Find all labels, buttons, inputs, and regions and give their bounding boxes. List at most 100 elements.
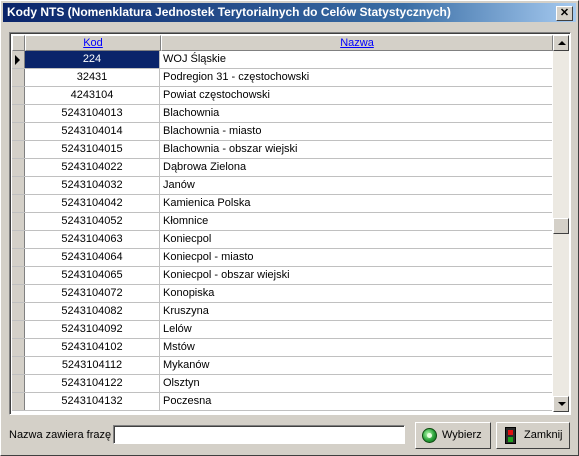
row-indicator[interactable] [12,69,25,86]
cell-nazwa[interactable]: Dąbrowa Zielona [161,159,552,176]
cell-kod[interactable]: 5243104132 [25,393,160,410]
cell-kod[interactable]: 5243104082 [25,303,160,320]
table-row[interactable]: 5243104092 Lelów [12,321,552,339]
row-indicator[interactable] [12,231,25,248]
cell-kod[interactable]: 5243104015 [25,141,160,158]
green-circle-icon [422,428,437,443]
row-indicator[interactable] [12,105,25,122]
cell-kod[interactable]: 5243104112 [25,357,160,374]
cell-kod[interactable]: 32431 [25,69,160,86]
cell-nazwa[interactable]: Lelów [161,321,552,338]
table-row[interactable]: 5243104132 Poczesna [12,393,552,411]
cell-kod[interactable]: 5243104065 [25,267,160,284]
row-indicator[interactable] [12,123,25,140]
table-row[interactable]: 5243104063 Koniecpol [12,231,552,249]
row-indicator[interactable] [12,267,25,284]
cell-nazwa[interactable]: Konopiska [161,285,552,302]
row-indicator[interactable] [12,177,25,194]
cell-nazwa[interactable]: Poczesna [161,393,552,410]
scrollbar-thumb[interactable] [553,218,569,234]
row-indicator[interactable] [12,303,25,320]
table-row[interactable]: 5243104014 Blachownia - miasto [12,123,552,141]
cell-kod[interactable]: 5243104014 [25,123,160,140]
cell-kod[interactable]: 5243104122 [25,375,160,392]
cell-kod[interactable]: 4243104 [25,87,160,104]
table-row[interactable]: 4243104 Powiat częstochowski [12,87,552,105]
cell-nazwa[interactable]: Koniecpol - obszar wiejski [161,267,552,284]
cell-nazwa[interactable]: Kłomnice [161,213,552,230]
row-indicator[interactable] [12,393,25,410]
cell-nazwa[interactable]: Olsztyn [161,375,552,392]
cell-nazwa[interactable]: Koniecpol - miasto [161,249,552,266]
row-indicator[interactable] [12,87,25,104]
filter-input[interactable] [113,425,405,444]
cell-kod[interactable]: 5243104013 [25,105,160,122]
cell-nazwa[interactable]: Mstów [161,339,552,356]
row-indicator[interactable] [12,195,25,212]
cell-kod[interactable]: 5243104032 [25,177,160,194]
close-window-button[interactable]: ✕ [556,6,573,21]
table-row[interactable]: 5243104122 Olsztyn [12,375,552,393]
row-indicator[interactable] [12,339,25,356]
arrow-up-icon [558,41,566,45]
column-header-nazwa-label[interactable]: Nazwa [340,37,374,49]
table-row[interactable]: 5243104082 Kruszyna [12,303,552,321]
current-row-arrow-icon [15,55,20,65]
scroll-down-button[interactable] [553,396,569,412]
column-header-kod-label[interactable]: Kod [83,37,103,49]
cell-kod[interactable]: 5243104092 [25,321,160,338]
cell-nazwa[interactable]: Koniecpol [161,231,552,248]
cell-nazwa[interactable]: WOJ Śląskie [161,51,552,68]
cell-nazwa[interactable]: Kruszyna [161,303,552,320]
table-row[interactable]: 5243104072 Konopiska [12,285,552,303]
cell-nazwa[interactable]: Blachownia - miasto [161,123,552,140]
cell-kod[interactable]: 5243104022 [25,159,160,176]
close-button[interactable]: Zamknij [496,422,570,449]
table-row[interactable]: 5243104065 Koniecpol - obszar wiejski [12,267,552,285]
table-row[interactable]: 5243104102 Mstów [12,339,552,357]
cell-nazwa[interactable]: Powiat częstochowski [161,87,552,104]
cell-kod[interactable]: 5243104063 [25,231,160,248]
table-row[interactable]: 5243104032 Janów [12,177,552,195]
table-row[interactable]: 224 WOJ Śląskie [12,51,552,69]
table-row[interactable]: 5243104042 Kamienica Polska [12,195,552,213]
row-indicator[interactable] [12,249,25,266]
cell-nazwa[interactable]: Mykanów [161,357,552,374]
table-body: 224 WOJ Śląskie 32431 Podregion 31 - często… [12,51,552,411]
cell-kod[interactable]: 5243104052 [25,213,160,230]
row-indicator[interactable] [12,51,25,68]
column-header-kod[interactable]: Kod [25,35,161,51]
nts-codes-grid[interactable]: Kod Nazwa 224 WOJ Śląskie 32431 Podregion 3… [9,32,571,415]
cell-kod[interactable]: 5243104064 [25,249,160,266]
row-indicator[interactable] [12,321,25,338]
cell-kod[interactable]: 5243104102 [25,339,160,356]
cell-kod[interactable]: 5243104042 [25,195,160,212]
close-button-label: Zamknij [524,429,563,441]
row-indicator[interactable] [12,285,25,302]
cell-nazwa[interactable]: Blachownia [161,105,552,122]
title-bar[interactable]: Kody NTS (Nomenklatura Jednostek Terytor… [3,3,576,22]
cell-nazwa[interactable]: Janów [161,177,552,194]
row-indicator[interactable] [12,375,25,392]
cell-nazwa[interactable]: Podregion 31 - częstochowski [161,69,552,86]
cell-nazwa[interactable]: Blachownia - obszar wiejski [161,141,552,158]
cell-kod[interactable]: 5243104072 [25,285,160,302]
table-row[interactable]: 32431 Podregion 31 - częstochowski [12,69,552,87]
vertical-scrollbar[interactable] [553,35,569,412]
table-row[interactable]: 5243104052 Kłomnice [12,213,552,231]
column-header-nazwa[interactable]: Nazwa [161,35,553,51]
row-indicator[interactable] [12,357,25,374]
cell-kod[interactable]: 224 [25,51,160,68]
table-row[interactable]: 5243104022 Dąbrowa Zielona [12,159,552,177]
row-indicator-header [12,35,25,51]
table-row[interactable]: 5243104013 Blachownia [12,105,552,123]
table-row[interactable]: 5243104015 Blachownia - obszar wiejski [12,141,552,159]
select-button[interactable]: Wybierz [415,422,491,449]
scroll-up-button[interactable] [553,35,569,51]
row-indicator[interactable] [12,213,25,230]
row-indicator[interactable] [12,141,25,158]
row-indicator[interactable] [12,159,25,176]
cell-nazwa[interactable]: Kamienica Polska [161,195,552,212]
table-row[interactable]: 5243104064 Koniecpol - miasto [12,249,552,267]
table-row[interactable]: 5243104112 Mykanów [12,357,552,375]
